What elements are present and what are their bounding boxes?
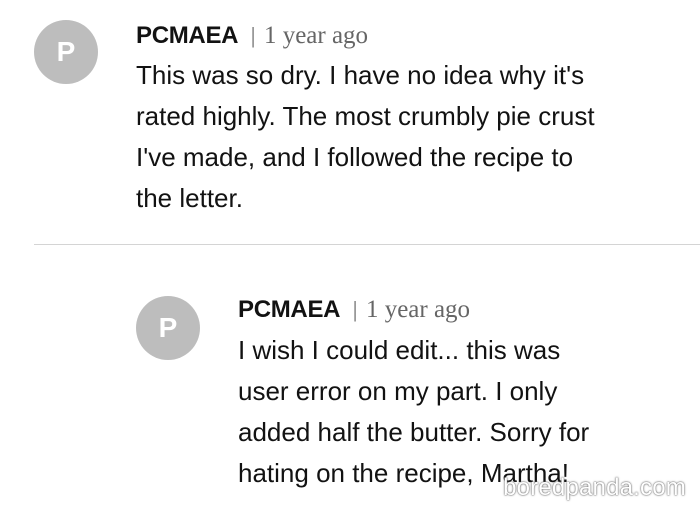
meta-separator: | [250, 23, 256, 48]
comment-meta: PCMAEA | 1 year ago [238, 296, 470, 324]
comment-text: I wish I could edit... this was user err… [238, 335, 590, 488]
avatar[interactable]: P [136, 296, 200, 360]
comment: P PCMAEA | 1 year ago This was so dry. I… [0, 0, 700, 245]
comment-meta: PCMAEA | 1 year ago [136, 22, 368, 50]
watermark: boredpanda.com [503, 474, 686, 501]
avatar[interactable]: P [34, 20, 98, 84]
comment-author[interactable]: PCMAEA [238, 296, 341, 324]
comment-timestamp: 1 year ago [263, 22, 369, 49]
comment-text: This was so dry. I have no idea why it's… [136, 60, 595, 213]
reply-comment: P PCMAEA | 1 year ago I wish I could edi… [0, 246, 700, 510]
comment-divider [34, 244, 700, 245]
comment-timestamp: 1 year ago [365, 296, 471, 323]
meta-separator: | [352, 297, 358, 322]
comment-author[interactable]: PCMAEA [136, 22, 239, 50]
